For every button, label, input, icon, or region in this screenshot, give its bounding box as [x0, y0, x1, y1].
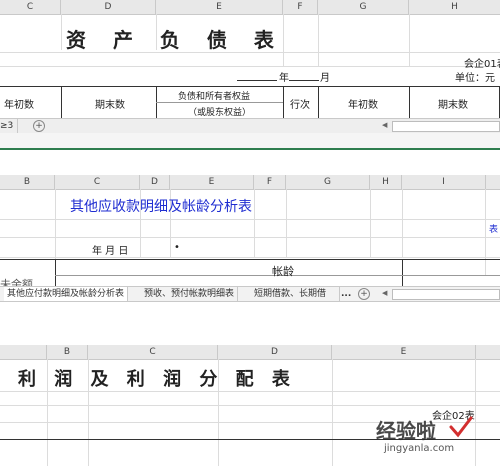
header-begin-year-2: 年初数	[348, 100, 378, 111]
balance-sheet-panel: C D E F G H 资 产 负 债 表 会企01表 年 月 单位：元 年初数…	[0, 0, 500, 150]
column-header-e[interactable]: E	[332, 345, 476, 359]
header-liabilities-line1: 负债和所有者权益	[178, 92, 251, 102]
column-header-b[interactable]: B	[47, 345, 88, 359]
column-header-h[interactable]: H	[409, 0, 500, 14]
receivables-title: 其他应收款明细及帐龄分析表	[70, 199, 252, 215]
column-header-row: B C D E	[0, 345, 500, 360]
sheet-tab-bar: ≥3 + ◀	[0, 118, 500, 134]
scroll-left-icon[interactable]: ◀	[382, 289, 387, 297]
profit-table-title: 利 润 及 利 润 分 配 表	[18, 369, 296, 390]
column-header-row: B C D E F G H I	[0, 175, 500, 190]
column-header-b[interactable]: B	[0, 175, 55, 189]
tab-overflow-button[interactable]: ...	[338, 287, 354, 301]
column-header-d[interactable]: D	[140, 175, 170, 189]
sheet-tab-advance-receipts[interactable]: 预收、预付帐款明细表	[141, 287, 239, 301]
add-sheet-icon[interactable]: +	[358, 288, 370, 300]
aging-label: 帐龄	[272, 265, 294, 278]
column-header-g[interactable]: G	[318, 0, 409, 14]
date-year-label: 年	[279, 73, 289, 84]
scroll-left-icon[interactable]: ◀	[382, 121, 387, 129]
add-sheet-icon[interactable]: +	[33, 120, 45, 132]
bullet-mark: •	[174, 242, 180, 253]
unit-label: 单位：元	[455, 73, 495, 84]
column-header-f[interactable]: F	[254, 175, 286, 189]
date-month-label: 月	[320, 73, 330, 84]
column-header-a[interactable]	[0, 345, 47, 359]
header-end-period-2: 期末数	[438, 100, 468, 111]
receivables-panel: B C D E F G H I 其他应收款明细及帐龄分析表 表 年 月 日 • …	[0, 175, 500, 303]
table-code-fragment: 表	[489, 225, 499, 235]
header-end-period: 期末数	[95, 100, 125, 111]
column-header-c[interactable]: C	[0, 0, 61, 14]
sheet-tab-bar: 其他应付款明细及帐龄分析表 预收、预付帐款明细表 短期借款、长期借款... ..…	[0, 286, 500, 302]
column-header-c[interactable]: C	[55, 175, 140, 189]
checkmark-icon	[448, 415, 474, 441]
header-begin-year: 年初数	[4, 100, 34, 111]
balance-sheet-title: 资 产 负 债 表	[66, 28, 284, 52]
column-header-e[interactable]: E	[170, 175, 254, 189]
column-header-d[interactable]: D	[61, 0, 156, 14]
column-header-c[interactable]: C	[88, 345, 218, 359]
watermark-brand: 经验啦	[376, 419, 436, 443]
sheet-tab-borrowings[interactable]: 短期借款、长期借款...	[252, 287, 340, 301]
header-line-no: 行次	[290, 100, 310, 111]
date-line: 年 月 日	[92, 246, 129, 257]
sheet-tab-other-payables[interactable]: 其他应付款明细及帐龄分析表	[4, 287, 129, 301]
column-header-f[interactable]: F	[283, 0, 318, 14]
horizontal-scrollbar[interactable]	[392, 121, 500, 132]
column-header-i[interactable]: I	[402, 175, 486, 189]
profit-panel: B C D E 利 润 及 利 润 分 配 表 会企02表 经验啦 jingya…	[0, 345, 500, 466]
header-liabilities-line2: （或股东权益）	[188, 108, 252, 118]
column-header-d[interactable]: D	[218, 345, 332, 359]
horizontal-scrollbar[interactable]	[392, 289, 500, 300]
column-header-e[interactable]: E	[156, 0, 283, 14]
sheet-tab-borrowings-label: 短期借款、长期借款...	[254, 289, 327, 299]
watermark-url: jingyanla.com	[384, 443, 455, 454]
sheet-tab[interactable]: ≥3	[0, 119, 19, 133]
form-code: 会企01表	[464, 59, 500, 70]
column-header-g[interactable]: G	[286, 175, 370, 189]
column-header-row: C D E F G H	[0, 0, 500, 15]
column-header-h[interactable]: H	[370, 175, 402, 189]
